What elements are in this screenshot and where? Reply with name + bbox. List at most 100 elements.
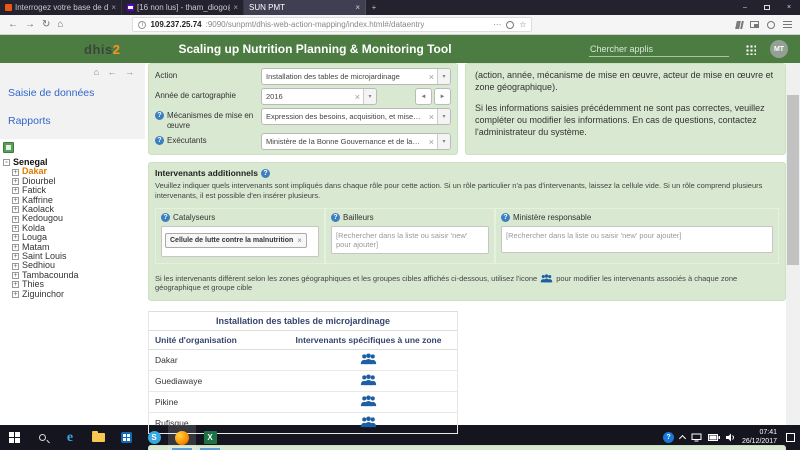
- taskbar-clock[interactable]: 07:41 26/12/2017: [742, 429, 777, 447]
- expand-icon[interactable]: +: [12, 272, 19, 279]
- clear-icon[interactable]: ×: [426, 137, 437, 147]
- apps-grid-icon[interactable]: [745, 44, 756, 55]
- orgunit-tree-tool-icon[interactable]: [3, 142, 14, 153]
- tree-node[interactable]: + Ziguinchor: [3, 290, 145, 299]
- sidebar-toggle-icon[interactable]: [750, 21, 759, 28]
- skype-taskbar-icon[interactable]: S: [140, 425, 168, 450]
- help-icon[interactable]: ?: [155, 111, 164, 120]
- store-taskbar-icon[interactable]: [112, 425, 140, 450]
- taskbar-search-button[interactable]: [28, 425, 56, 450]
- action-select[interactable]: Installation des tables de microjardinag…: [261, 68, 451, 85]
- sidebar-link-data-entry[interactable]: Saisie de données: [8, 87, 137, 99]
- window-minimize-button[interactable]: –: [734, 0, 756, 15]
- back-icon[interactable]: ←: [8, 19, 18, 30]
- action-center-icon[interactable]: [786, 433, 795, 442]
- edit-zone-stakeholders-icon[interactable]: [360, 395, 377, 407]
- clear-icon[interactable]: ×: [352, 92, 363, 102]
- year-select[interactable]: 2016 × ▾: [261, 88, 377, 105]
- expand-icon[interactable]: +: [12, 178, 19, 185]
- window-close-button[interactable]: ×: [778, 0, 800, 15]
- edit-zone-stakeholders-icon[interactable]: [360, 416, 377, 428]
- help-icon[interactable]: ?: [331, 213, 340, 222]
- expand-icon[interactable]: +: [12, 291, 19, 298]
- home-icon[interactable]: ⌂: [57, 19, 63, 30]
- network-icon[interactable]: [691, 433, 702, 442]
- tray-app-icon[interactable]: ?: [663, 432, 674, 443]
- clear-icon[interactable]: ×: [426, 112, 437, 122]
- menu-hamburger-icon[interactable]: [783, 21, 792, 28]
- expand-icon[interactable]: +: [12, 197, 19, 204]
- browser-tab-1[interactable]: Interrogez votre base de donn ×: [0, 0, 122, 15]
- start-button[interactable]: [0, 425, 28, 450]
- url-field[interactable]: i 109.237.25.74 :9090/sunpmt/dhis-web-ac…: [132, 17, 532, 32]
- pocket-icon[interactable]: [506, 21, 514, 29]
- chevron-down-icon[interactable]: ▾: [437, 109, 450, 124]
- user-avatar[interactable]: MT: [770, 40, 788, 58]
- site-info-icon[interactable]: i: [138, 21, 146, 29]
- edit-zone-stakeholders-icon[interactable]: [360, 374, 377, 386]
- window-maximize-button[interactable]: [756, 0, 778, 15]
- library-icon[interactable]: [736, 21, 743, 29]
- page-scrollbar[interactable]: [786, 63, 800, 425]
- instructions-panel: (action, année, mécanisme de mise en œuv…: [465, 63, 786, 155]
- browser-tab-active-sunpmt[interactable]: SUN PMT ×: [244, 0, 366, 15]
- mechanisms-select[interactable]: Expression des besoins, acquisition, et …: [261, 108, 451, 125]
- help-icon[interactable]: ?: [501, 213, 510, 222]
- sidebar-link-reports[interactable]: Rapports: [8, 115, 137, 127]
- excel-icon: X: [204, 431, 217, 444]
- chevron-down-icon[interactable]: ▾: [437, 134, 450, 149]
- remove-tag-icon[interactable]: ×: [297, 236, 302, 245]
- expand-icon[interactable]: +: [12, 216, 19, 223]
- file-explorer-taskbar-icon[interactable]: [84, 425, 112, 450]
- expand-icon[interactable]: +: [12, 206, 19, 213]
- firefox-taskbar-icon[interactable]: [168, 425, 196, 450]
- bookmark-star-icon[interactable]: ☆: [519, 20, 526, 29]
- tab-close-icon[interactable]: ×: [355, 3, 360, 12]
- chevron-down-icon[interactable]: ▾: [437, 69, 450, 84]
- catalysts-input[interactable]: Cellule de lutte contre la malnutrition …: [161, 226, 319, 257]
- excel-taskbar-icon[interactable]: X: [196, 425, 224, 450]
- reload-icon[interactable]: ↻: [42, 19, 50, 30]
- donors-input[interactable]: [Rechercher dans la liste ou saisir 'new…: [331, 226, 489, 254]
- page-actions-icon[interactable]: ···: [493, 20, 501, 29]
- catalysts-label: Catalyseurs: [173, 213, 215, 222]
- expand-icon[interactable]: +: [12, 244, 19, 251]
- expand-icon[interactable]: +: [12, 187, 19, 194]
- expand-icon[interactable]: +: [12, 263, 19, 270]
- chevron-down-icon[interactable]: ▾: [363, 89, 376, 104]
- help-icon[interactable]: ?: [155, 136, 164, 145]
- responsible-ministry-input[interactable]: [Rechercher dans la liste ou saisir 'new…: [501, 226, 773, 253]
- ministry-placeholder: [Rechercher dans la liste ou saisir 'new…: [505, 229, 769, 242]
- tray-expand-icon[interactable]: [679, 435, 686, 442]
- expand-icon[interactable]: +: [12, 253, 19, 260]
- previous-year-button[interactable]: ◄: [415, 88, 432, 105]
- apps-search-input[interactable]: Chercher applis: [589, 42, 729, 57]
- account-icon[interactable]: [767, 21, 775, 29]
- edit-zone-stakeholders-icon[interactable]: [360, 353, 377, 365]
- clear-icon[interactable]: ×: [426, 72, 437, 82]
- help-icon[interactable]: ?: [261, 169, 270, 178]
- volume-icon[interactable]: [726, 433, 736, 442]
- help-icon[interactable]: ?: [161, 213, 170, 222]
- forward-icon[interactable]: →: [25, 19, 35, 30]
- dhis2-logo[interactable]: dhis2: [84, 42, 120, 57]
- expand-icon[interactable]: +: [12, 234, 19, 241]
- collapse-icon[interactable]: -: [3, 159, 10, 166]
- selected-catalyst-tag: Cellule de lutte contre la malnutrition …: [165, 233, 307, 248]
- windows-logo-icon: [9, 432, 20, 443]
- browser-tab-2[interactable]: [16 non lus] - tham_diogo@yah ×: [122, 0, 244, 15]
- scrollbar-thumb[interactable]: [787, 95, 799, 265]
- tab-close-icon[interactable]: ×: [233, 3, 238, 12]
- next-year-button[interactable]: ►: [434, 88, 451, 105]
- tab-close-icon[interactable]: ×: [111, 3, 116, 12]
- expand-icon[interactable]: +: [12, 281, 19, 288]
- sidebar-nav-icons[interactable]: ⌂ ← →: [8, 67, 137, 77]
- skype-icon: S: [148, 431, 161, 444]
- instructions-line-1: (action, année, mécanisme de mise en œuv…: [475, 70, 776, 94]
- expand-icon[interactable]: +: [12, 169, 19, 176]
- battery-icon[interactable]: [708, 434, 720, 441]
- executants-select[interactable]: Ministère de la Bonne Gouvernance et de …: [261, 133, 451, 150]
- new-tab-button[interactable]: +: [366, 0, 382, 15]
- edge-taskbar-icon[interactable]: e: [56, 425, 84, 450]
- expand-icon[interactable]: +: [12, 225, 19, 232]
